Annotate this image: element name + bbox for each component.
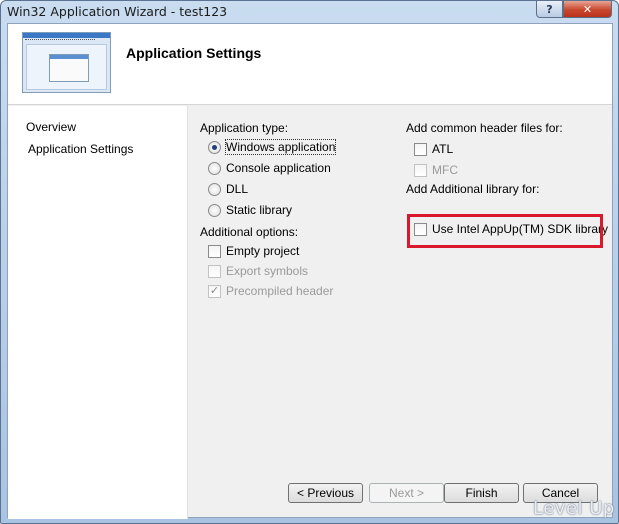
checkbox-icon xyxy=(414,163,427,177)
settings-panel: Application type: Windows application Co… xyxy=(188,106,612,519)
close-icon: ✕ xyxy=(582,2,593,16)
checkbox-icon xyxy=(414,142,427,156)
help-button[interactable]: ? xyxy=(536,1,563,18)
checkbox-label: ATL xyxy=(432,142,454,156)
additional-library-label: Add Additional library for: xyxy=(406,182,540,196)
radio-label: Windows application xyxy=(224,139,337,155)
next-button[interactable]: Next > xyxy=(369,483,444,503)
checkbox-mfc[interactable]: MFC xyxy=(414,163,458,177)
close-button[interactable]: ✕ xyxy=(563,1,612,18)
finish-button[interactable]: Finish xyxy=(444,483,519,503)
title-bar: Win32 Application Wizard - test123 ? ✕ xyxy=(1,1,618,23)
radio-label: DLL xyxy=(226,182,249,196)
wizard-header: Application Settings xyxy=(8,24,612,105)
checkbox-empty-project[interactable]: Empty project xyxy=(208,244,299,258)
checkbox-atl[interactable]: ATL xyxy=(414,142,453,156)
additional-options-label: Additional options: xyxy=(200,225,299,239)
checkbox-icon xyxy=(208,264,221,278)
annotation-highlight-box xyxy=(407,214,603,248)
header-files-label: Add common header files for: xyxy=(406,121,563,135)
question-icon: ? xyxy=(546,2,553,16)
radio-button-icon xyxy=(208,182,221,196)
radio-button-icon xyxy=(208,203,221,217)
checkbox-label: Empty project xyxy=(226,244,300,258)
application-type-label: Application type: xyxy=(200,121,289,135)
checkbox-label: MFC xyxy=(432,163,458,177)
previous-button[interactable]: < Previous xyxy=(288,483,363,503)
checkbox-label: Precompiled header xyxy=(226,284,334,298)
watermark-text: Level Up xyxy=(533,498,615,519)
checkmark-icon: ✓ xyxy=(208,284,221,298)
radio-console-application[interactable]: Console application xyxy=(208,161,331,175)
radio-label: Static library xyxy=(226,203,293,217)
radio-button-icon xyxy=(208,140,221,154)
checkbox-icon xyxy=(208,244,221,258)
radio-dll[interactable]: DLL xyxy=(208,182,248,196)
nav-item-overview[interactable]: Overview xyxy=(26,120,76,134)
wizard-window: Win32 Application Wizard - test123 ? ✕ A… xyxy=(0,0,619,524)
radio-button-icon xyxy=(208,161,221,175)
nav-item-application-settings[interactable]: Application Settings xyxy=(28,142,133,156)
radio-windows-application[interactable]: Windows application xyxy=(208,139,337,155)
radio-static-library[interactable]: Static library xyxy=(208,203,292,217)
wizard-banner-icon xyxy=(22,32,111,93)
radio-label: Console application xyxy=(226,161,331,175)
checkbox-export-symbols[interactable]: Export symbols xyxy=(208,264,308,278)
window-title: Win32 Application Wizard - test123 xyxy=(7,4,228,19)
wizard-client-area: Application Settings Overview Applicatio… xyxy=(7,23,613,519)
checkbox-precompiled-header[interactable]: ✓ Precompiled header xyxy=(208,284,333,298)
wizard-nav: Overview Application Settings xyxy=(8,106,188,519)
checkbox-label: Export symbols xyxy=(226,264,309,278)
page-title: Application Settings xyxy=(126,45,262,61)
